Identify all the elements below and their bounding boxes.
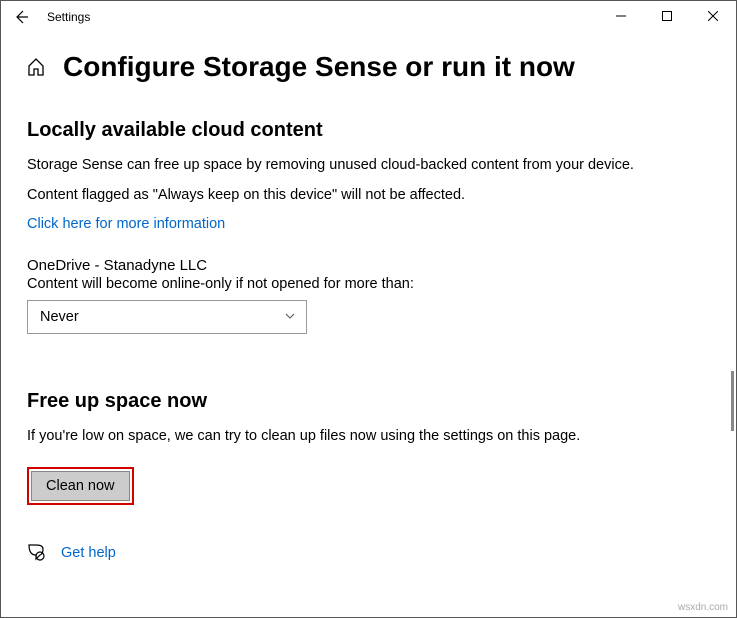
home-icon[interactable] xyxy=(25,56,47,78)
maximize-button[interactable] xyxy=(644,1,690,31)
help-icon[interactable] xyxy=(27,543,47,563)
back-button[interactable] xyxy=(7,3,35,31)
page-title: Configure Storage Sense or run it now xyxy=(63,51,575,83)
onedrive-prompt: Content will become online-only if not o… xyxy=(27,276,710,292)
freeup-heading: Free up space now xyxy=(27,390,710,413)
titlebar: Settings xyxy=(1,1,736,33)
minimize-button[interactable] xyxy=(598,1,644,31)
onedrive-account: OneDrive - Stanadyne LLC xyxy=(27,257,710,274)
watermark: wsxdn.com xyxy=(678,602,728,613)
dropdown-value: Never xyxy=(40,309,79,325)
clean-now-button[interactable]: Clean now xyxy=(31,471,130,501)
chevron-down-icon xyxy=(284,310,296,325)
window-title: Settings xyxy=(47,10,90,24)
maximize-icon xyxy=(662,11,672,21)
cloud-text-1: Storage Sense can free up space by remov… xyxy=(27,156,710,176)
cloud-heading: Locally available cloud content xyxy=(27,119,710,142)
close-icon xyxy=(708,11,718,21)
freeup-text: If you're low on space, we can try to cl… xyxy=(27,427,710,447)
period-dropdown[interactable]: Never xyxy=(27,300,307,334)
more-info-link[interactable]: Click here for more information xyxy=(27,216,225,232)
cloud-text-2: Content flagged as "Always keep on this … xyxy=(27,186,710,206)
minimize-icon xyxy=(616,11,626,21)
scrollbar[interactable] xyxy=(731,371,734,431)
back-arrow-icon xyxy=(13,9,29,25)
get-help-link[interactable]: Get help xyxy=(61,545,116,561)
highlight-box: Clean now xyxy=(27,467,134,505)
close-button[interactable] xyxy=(690,1,736,31)
